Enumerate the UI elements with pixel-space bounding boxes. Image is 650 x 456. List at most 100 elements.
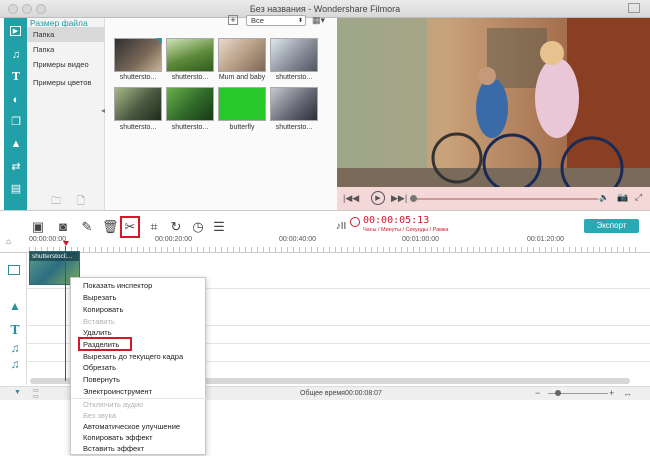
menu-item-copy-effect[interactable]: Копировать эффект bbox=[71, 432, 207, 444]
menu-item-power-tool[interactable]: Электроинструмент bbox=[71, 386, 207, 398]
video-track-icon bbox=[8, 265, 20, 275]
menu-item-show-inspector[interactable]: Показать инспектор bbox=[71, 280, 207, 292]
clip-label: shutterstock... bbox=[30, 252, 79, 261]
zoom-slider-handle[interactable] bbox=[555, 390, 561, 396]
crop-icon[interactable]: ⌗ bbox=[146, 219, 162, 235]
ruler-label: 00:00:40:00 bbox=[279, 236, 316, 243]
preview-frame bbox=[337, 18, 650, 210]
window-title: Без названия - Wondershare Filmora bbox=[249, 4, 401, 14]
category-panel: Размер файла Папка Папка Примеры видео П… bbox=[27, 18, 105, 210]
menu-item-copy[interactable]: Копировать bbox=[71, 304, 207, 316]
fast-forward-icon[interactable]: ▶▶| bbox=[391, 193, 407, 204]
media-caption: Mum and baby bbox=[218, 74, 266, 81]
total-time: Общее время00:00:08:07 bbox=[300, 390, 382, 397]
menu-item-crop[interactable]: Обрезать bbox=[71, 362, 207, 374]
playhead-marker[interactable] bbox=[63, 241, 69, 246]
fullscreen-icon[interactable] bbox=[628, 3, 640, 13]
track-header-column: ▲ T ♫ ♫ bbox=[0, 253, 27, 385]
zoom-out-icon[interactable]: − bbox=[535, 388, 540, 398]
playhead-line[interactable] bbox=[65, 246, 66, 381]
add-folder-icon[interactable]: 🗀 bbox=[51, 194, 61, 211]
overlay-icon[interactable]: ❐ bbox=[10, 116, 22, 128]
playback-progress-track[interactable] bbox=[413, 198, 598, 200]
menu-item-trim-to-playhead[interactable]: Вырезать до текущего кадра bbox=[71, 351, 207, 363]
record-voiceover-icon[interactable]: ▣ bbox=[30, 219, 46, 235]
timeline-ruler[interactable]: ⌂ 00:00:00:00 00:00:20:00 00:00:40:00 00… bbox=[0, 236, 650, 253]
media-filter-value: Все bbox=[251, 16, 264, 25]
media-thumbnail[interactable] bbox=[114, 38, 162, 72]
media-filter-select[interactable]: Все ⬍ bbox=[246, 15, 306, 26]
video-format-icon: ▭ ▭ bbox=[33, 388, 39, 400]
menu-item-paste: Вставить bbox=[83, 317, 115, 326]
category-item[interactable]: Примеры видео bbox=[27, 57, 105, 72]
media-thumbnail[interactable] bbox=[166, 87, 214, 121]
music-track-icon: ♫ bbox=[10, 341, 20, 355]
image-track-icon: ▲ bbox=[9, 299, 21, 313]
zoom-in-icon[interactable]: + bbox=[609, 388, 614, 398]
split-screen-icon[interactable]: ▤ bbox=[10, 183, 22, 195]
rotate-icon[interactable]: ↻ bbox=[168, 219, 184, 235]
filter-icon[interactable]: ◐ bbox=[10, 94, 22, 106]
category-item[interactable]: Примеры цветов bbox=[27, 75, 105, 90]
media-thumbnail[interactable] bbox=[218, 38, 266, 72]
check-icon bbox=[156, 38, 162, 44]
settings-icon[interactable]: ☰ bbox=[211, 219, 227, 235]
media-caption: butterfly bbox=[229, 124, 255, 131]
speed-icon[interactable]: ◷ bbox=[190, 219, 206, 235]
media-caption: shutterstо... bbox=[119, 74, 157, 81]
split-button[interactable]: ✂ bbox=[120, 216, 140, 238]
media-caption: shutterstо... bbox=[275, 124, 313, 131]
timecode: 00:00:05:13 bbox=[363, 215, 430, 226]
playback-controls: |◀◀ ▶ ▶▶| 🔈 📷 ⤢ bbox=[337, 187, 650, 210]
volume-icon[interactable]: 🔈 bbox=[599, 193, 609, 202]
playback-progress-handle[interactable] bbox=[410, 195, 417, 202]
media-caption: shutterstо... bbox=[119, 124, 157, 131]
transitions-icon[interactable]: ⇄ bbox=[10, 161, 22, 173]
menu-item-paste-effect[interactable]: Вставить эффект bbox=[71, 443, 207, 455]
media-icon[interactable]: ▶ bbox=[10, 26, 21, 36]
preview-player bbox=[337, 18, 650, 210]
menu-item-rotate[interactable]: Повернуть bbox=[71, 374, 207, 386]
music-icon[interactable]: ♫ bbox=[10, 49, 22, 61]
ruler-label: 00:00:20:00 bbox=[155, 236, 192, 243]
delete-icon[interactable]: 🗑 bbox=[102, 219, 119, 235]
media-thumbnail[interactable] bbox=[114, 87, 162, 121]
context-menu: Показать инспектор Вырезать Копировать В… bbox=[70, 277, 207, 455]
play-button[interactable]: ▶ bbox=[371, 191, 385, 205]
media-thumbnail[interactable] bbox=[218, 87, 266, 121]
timeline-settings-icon[interactable]: ⌂ bbox=[6, 237, 11, 246]
category-item[interactable]: Папка bbox=[27, 27, 105, 42]
menu-item-cut[interactable]: Вырезать bbox=[71, 292, 207, 304]
ruler-ticks bbox=[29, 247, 639, 252]
rewind-icon[interactable]: |◀◀ bbox=[343, 193, 359, 204]
ruler-label: 00:01:00:00 bbox=[402, 236, 439, 243]
snapshot-icon[interactable]: 📷 bbox=[617, 192, 628, 203]
add-media-button[interactable]: + bbox=[228, 15, 238, 25]
timecode-caption: Часы / Минуты / Секунды / Рамка bbox=[363, 227, 449, 233]
split-highlight-box bbox=[78, 337, 132, 351]
camera-icon[interactable]: ◙ bbox=[55, 219, 71, 235]
left-nav: ▶ ♫ T ◐ ❐ ▲ ⇄ ▤ bbox=[4, 18, 27, 210]
media-caption: shutterstо... bbox=[171, 74, 209, 81]
edit-icon[interactable]: ✎ bbox=[79, 219, 95, 235]
chevron-down-icon: ⬍ bbox=[297, 18, 303, 24]
elements-icon[interactable]: ▲ bbox=[10, 138, 22, 150]
media-thumbnail[interactable] bbox=[270, 38, 318, 72]
media-thumbnail[interactable] bbox=[270, 87, 318, 121]
category-item[interactable]: Папка bbox=[27, 42, 105, 57]
export-button[interactable]: Экспорт bbox=[584, 219, 639, 233]
timecode-clock-icon bbox=[350, 217, 360, 227]
ruler-label: 00:01:20:00 bbox=[527, 236, 564, 243]
menu-item-auto-enhance[interactable]: Автоматическое улучшение bbox=[71, 421, 207, 433]
music-track-2-icon: ♫ bbox=[10, 357, 20, 371]
fit-timeline-icon[interactable]: ↔ bbox=[623, 388, 632, 398]
text-icon[interactable]: T bbox=[10, 71, 22, 83]
add-track-icon[interactable]: ▼ bbox=[14, 389, 21, 396]
media-caption: shutterstо... bbox=[275, 74, 313, 81]
media-thumbnail[interactable] bbox=[166, 38, 214, 72]
fullscreen-preview-icon[interactable]: ⤢ bbox=[635, 192, 642, 203]
grid-view-icon[interactable]: ▦▾ bbox=[312, 15, 326, 26]
delete-folder-icon[interactable]: 🗋 bbox=[77, 194, 85, 211]
text-track-icon: T bbox=[10, 323, 20, 337]
audio-mixer-icon[interactable]: ♪II bbox=[333, 219, 349, 235]
